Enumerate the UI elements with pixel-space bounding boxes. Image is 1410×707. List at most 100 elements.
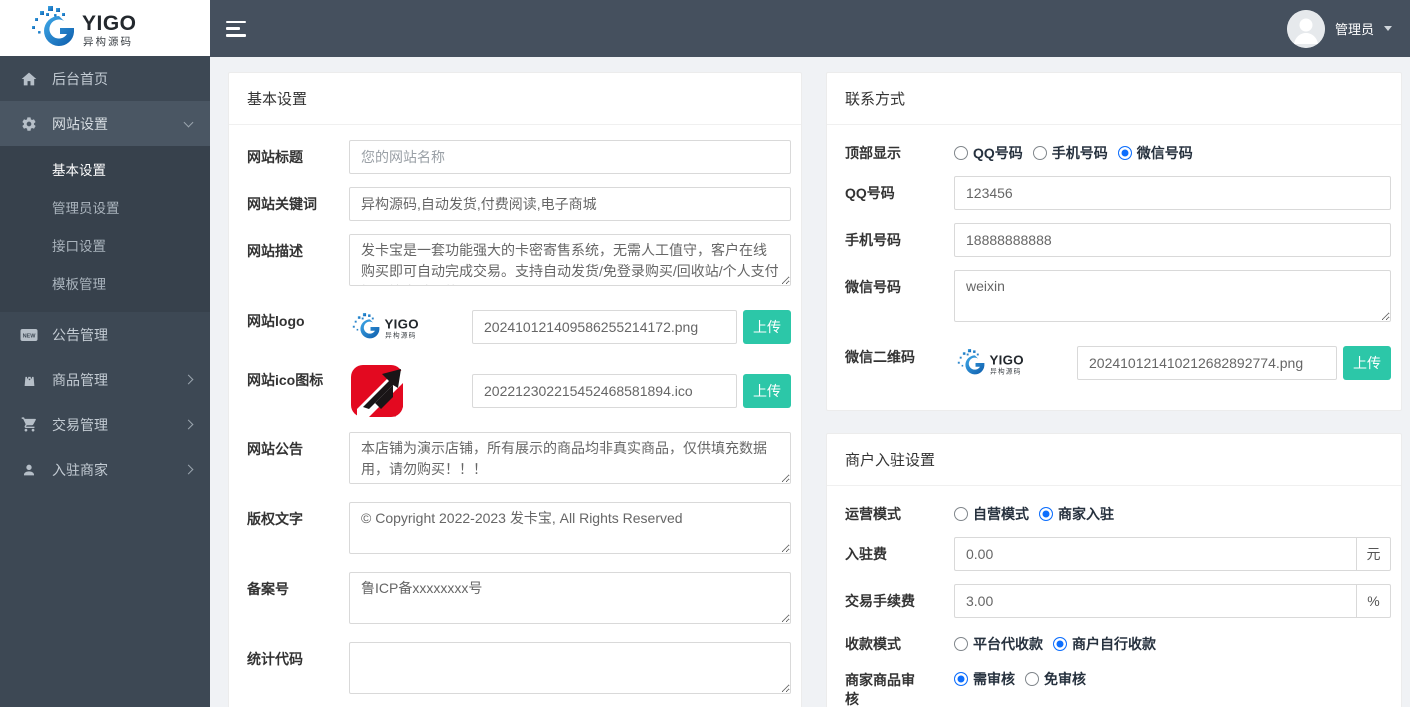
field-label: 商家商品审核	[845, 672, 915, 707]
form-row-qrcode: 微信二维码 YIGO 异构源码 202410121410212682892774…	[845, 340, 1391, 386]
radio-unselected-icon[interactable]	[954, 506, 968, 521]
mode-join-option[interactable]: 商家入驻	[1039, 504, 1114, 524]
collect-platform-option[interactable]: 平台代收款	[954, 634, 1043, 654]
unit-addon: 元	[1356, 537, 1391, 571]
qrcode-filename-input[interactable]	[1077, 346, 1337, 380]
shopping-cart-icon	[20, 416, 38, 434]
commission-input[interactable]	[954, 584, 1357, 618]
card-title: 基本设置	[229, 73, 801, 125]
sidebar-item-merchants[interactable]: 入驻商家	[0, 447, 210, 492]
form-row-wechat: 微信号码 weixin	[845, 270, 1391, 327]
sidebar-item-api-settings[interactable]: 接口设置	[0, 226, 210, 264]
form-row-keywords: 网站关键词	[247, 187, 791, 221]
field-label: 版权文字	[247, 511, 303, 527]
yigo-logo-icon: YIGO 异构源码	[32, 6, 136, 48]
radio-label: 免审核	[1044, 671, 1086, 687]
field-label: 收款模式	[845, 636, 901, 652]
wechat-qrcode-preview: YIGO 异构源码	[954, 340, 1077, 386]
new-badge-icon: NEW	[20, 326, 38, 344]
user-menu[interactable]: 管理员	[1286, 9, 1410, 48]
form-row-phone: 手机号码	[845, 223, 1391, 257]
field-label: 入驻费	[845, 546, 887, 562]
site-ico-preview	[349, 363, 472, 419]
form-row-operation-mode: 运营模式 自营模式 商家入驻	[845, 501, 1391, 524]
yigo-logo-icon: YIGO 异构源码	[352, 313, 419, 340]
stats-code-textarea[interactable]	[349, 642, 791, 694]
radio-label: 商户自行收款	[1072, 635, 1156, 652]
sidebar-item-basic-settings[interactable]: 基本设置	[0, 150, 210, 188]
top-display-wechat-option[interactable]: 微信号码	[1117, 143, 1193, 163]
radio-label: 手机号码	[1051, 144, 1108, 161]
top-display-qq-option[interactable]: QQ号码	[954, 143, 1023, 163]
sidebar-item-label: 商品管理	[52, 371, 108, 388]
mode-self-option[interactable]: 自营模式	[954, 504, 1029, 524]
logo-filename-input[interactable]	[472, 310, 737, 344]
field-label: 网站描述	[247, 243, 303, 259]
ico-favicon-image	[351, 365, 403, 417]
radio-label: 需审核	[973, 671, 1015, 687]
radio-selected-icon[interactable]	[1039, 506, 1053, 521]
field-label: 交易手续费	[845, 593, 915, 609]
wechat-textarea[interactable]: weixin	[954, 270, 1391, 322]
field-label: 统计代码	[247, 651, 303, 667]
radio-unselected-icon[interactable]	[1032, 145, 1047, 160]
field-label: 顶部显示	[845, 145, 901, 161]
field-label: 网站logo	[247, 313, 305, 329]
qq-number-input[interactable]	[954, 176, 1391, 210]
phone-number-input[interactable]	[954, 223, 1391, 257]
chevron-down-icon	[1384, 26, 1392, 31]
chevron-right-icon	[183, 374, 194, 385]
user-name[interactable]: 管理员	[1335, 19, 1374, 38]
site-title-input[interactable]	[349, 140, 791, 174]
sidebar-item-template-management[interactable]: 模板管理	[0, 264, 210, 302]
sidebar-item-admin-settings[interactable]: 管理员设置	[0, 188, 210, 226]
radio-selected-icon[interactable]	[1053, 636, 1067, 651]
radio-label: 平台代收款	[973, 635, 1043, 652]
sidebar-item-site-settings[interactable]: 网站设置	[0, 101, 210, 146]
icp-textarea[interactable]: 鲁ICP备xxxxxxxx号	[349, 572, 791, 624]
admin-app: YIGO 异构源码 管理员 后台首页 网站设置 基本设置 管理员设置 接口设置 …	[0, 0, 1410, 707]
copyright-textarea[interactable]: © Copyright 2022-2023 发卡宝, All Rights Re…	[349, 502, 791, 554]
logo-upload-button[interactable]: 上传	[743, 310, 791, 344]
yigo-logo-icon: YIGO 异构源码	[957, 349, 1024, 376]
collect-merchant-option[interactable]: 商户自行收款	[1053, 634, 1156, 654]
audit-need-option[interactable]: 需审核	[954, 669, 1015, 689]
brand-logo-area[interactable]: YIGO 异构源码	[0, 0, 210, 56]
chevron-right-icon	[183, 464, 194, 475]
sidebar-item-goods[interactable]: 商品管理	[0, 357, 210, 402]
form-row-logo: 网站logo YIGO 异构源码 20241012140958625521417…	[247, 304, 791, 350]
form-row-icp: 备案号 鲁ICP备xxxxxxxx号	[247, 572, 791, 629]
radio-unselected-icon[interactable]	[1025, 672, 1039, 686]
entry-fee-input[interactable]	[954, 537, 1357, 571]
form-row-notice: 网站公告 本店铺为演示店铺，所有展示的商品均非真实商品，仅供填充数据用，请勿购买…	[247, 432, 791, 489]
form-row-collect-mode: 收款模式 平台代收款 商户自行收款	[845, 631, 1391, 654]
top-display-phone-option[interactable]: 手机号码	[1032, 143, 1108, 163]
sidebar-item-announcements[interactable]: NEW 公告管理	[0, 312, 210, 357]
avatar[interactable]	[1286, 9, 1325, 48]
sidebar-item-home[interactable]: 后台首页	[0, 56, 210, 101]
description-textarea[interactable]: 发卡宝是一套功能强大的卡密寄售系统，无需人工值守，客户在线购买即可自动完成交易。…	[349, 234, 791, 286]
chevron-right-icon	[183, 419, 194, 430]
radio-unselected-icon[interactable]	[954, 145, 968, 160]
svg-text:异构源码: 异构源码	[385, 331, 417, 340]
sidebar-item-label: 后台首页	[52, 70, 108, 87]
sidebar-item-trade[interactable]: 交易管理	[0, 402, 210, 447]
form-row-top-display: 顶部显示 QQ号码 手机号码 微信号码	[845, 140, 1391, 163]
svg-text:YIGO: YIGO	[989, 352, 1023, 367]
audit-free-option[interactable]: 免审核	[1025, 669, 1086, 689]
sidebar-item-label: 入驻商家	[52, 461, 108, 478]
avatar-person-icon	[1286, 9, 1325, 48]
form-row-qq: QQ号码	[845, 176, 1391, 210]
ico-filename-input[interactable]	[472, 374, 737, 408]
radio-selected-icon[interactable]	[954, 672, 968, 686]
home-icon	[20, 70, 38, 88]
radio-label: 商家入驻	[1058, 505, 1114, 522]
sidebar-toggle-icon[interactable]	[226, 20, 248, 37]
keywords-input[interactable]	[349, 187, 791, 221]
notice-textarea[interactable]: 本店铺为演示店铺，所有展示的商品均非真实商品，仅供填充数据用，请勿购买！！！	[349, 432, 791, 484]
qrcode-upload-button[interactable]: 上传	[1343, 346, 1391, 380]
ico-upload-button[interactable]: 上传	[743, 374, 791, 408]
radio-selected-icon[interactable]	[1117, 145, 1132, 160]
site-logo-preview: YIGO 异构源码	[349, 304, 472, 350]
radio-unselected-icon[interactable]	[954, 636, 968, 651]
